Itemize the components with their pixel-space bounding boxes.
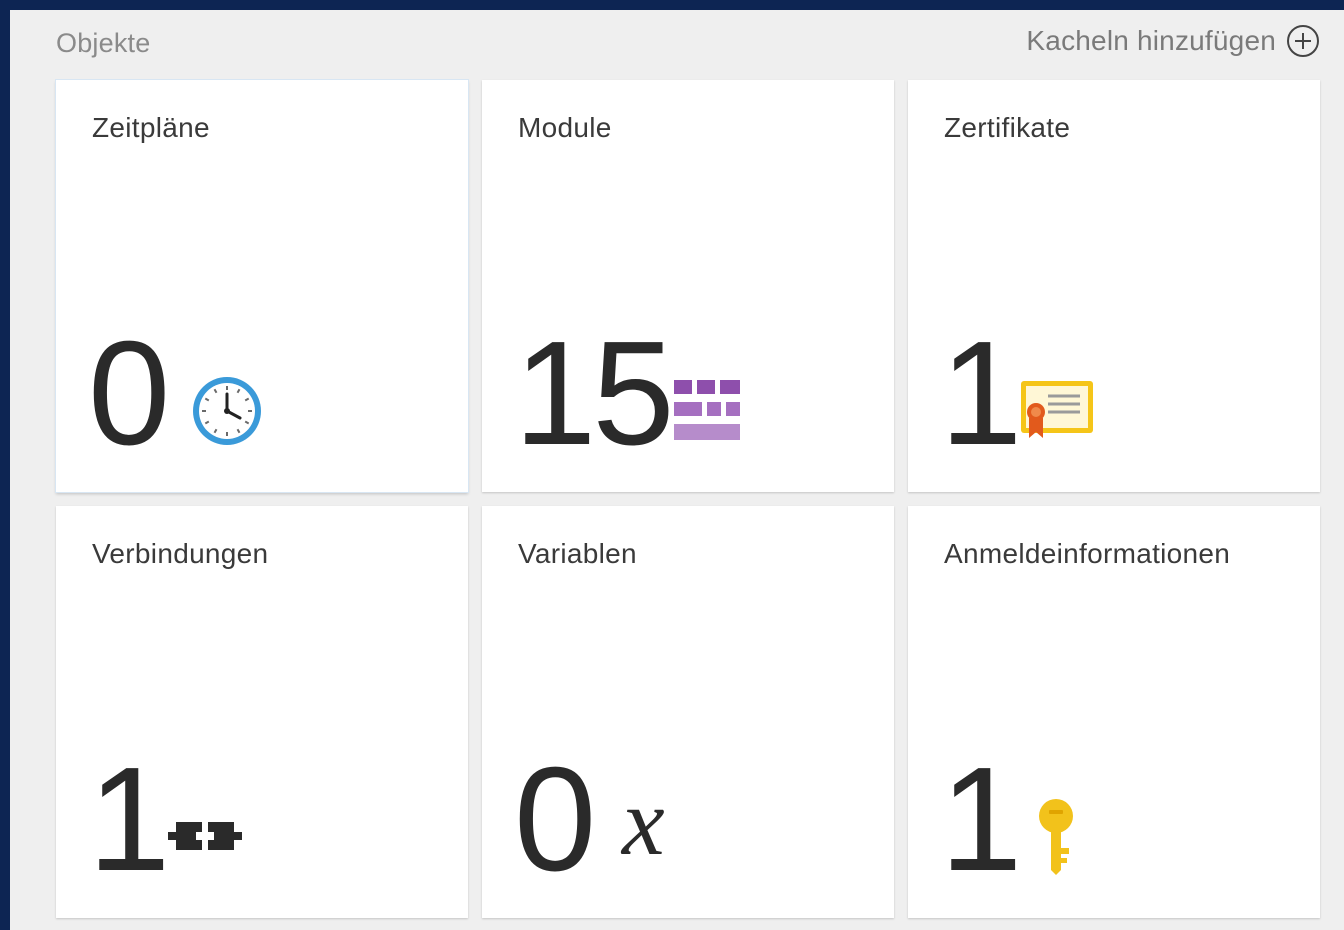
plus-circle-icon [1286,24,1320,58]
variable-icon: x [622,768,665,875]
tile-count: 0 [88,311,170,476]
add-tiles-label: Kacheln hinzufügen [1026,25,1276,56]
tile-count: 0 [514,737,596,902]
add-tiles-button[interactable]: Kacheln hinzufügen [1026,24,1320,58]
tile-title: Module [518,112,612,143]
tile-title: Verbindungen [92,538,269,569]
tile-count: 1 [940,737,1022,902]
tile-certificates[interactable]: Zertifikate 1 [908,80,1320,492]
certificate-icon [1020,380,1094,447]
tile-modules[interactable]: Module 15 [482,80,894,492]
tile-count: 1 [940,311,1022,476]
tile-variables[interactable]: Variablen 0 x [482,506,894,918]
tile-title: Variablen [518,538,637,569]
tile-schedules[interactable]: Zeitpläne 0 [56,80,468,492]
section-title: Objekte [56,28,151,58]
tile-title: Zeitpläne [92,112,210,143]
objects-panel: Objekte Kacheln hinzufügen Zeitpläne 0 M… [10,10,1344,930]
tile-title: Zertifikate [944,112,1071,143]
tile-credentials[interactable]: Anmeldeinformationen 1 [908,506,1320,918]
tile-connections[interactable]: Verbindungen 1 [56,506,468,918]
tile-count: 15 [514,311,675,476]
connection-icon [168,818,242,859]
modules-icon [674,380,740,449]
key-icon [1036,798,1076,881]
tile-title: Anmeldeinformationen [944,538,1231,569]
clock-icon [190,374,264,453]
tile-count: 1 [88,737,170,902]
